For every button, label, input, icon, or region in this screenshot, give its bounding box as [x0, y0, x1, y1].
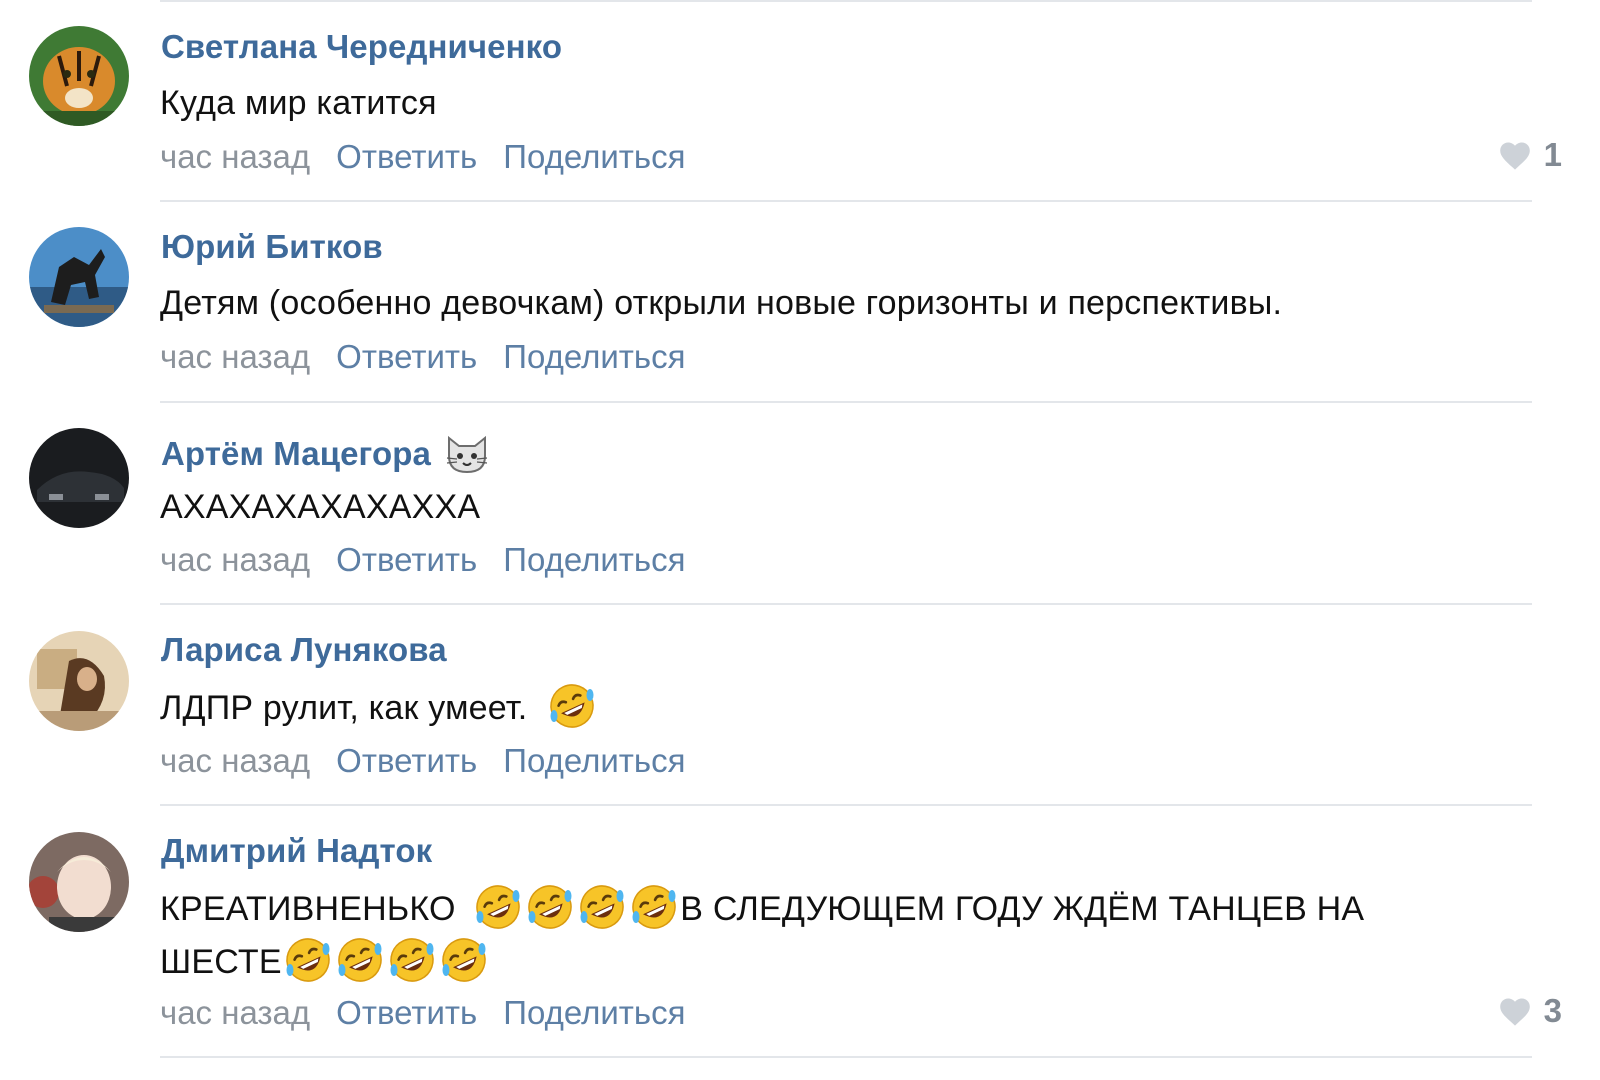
avatar[interactable]	[29, 832, 129, 932]
comment-text-content: ЛДПР рулит, как умеет.	[160, 689, 528, 727]
share-button[interactable]: Поделиться	[503, 138, 685, 176]
rolling-on-floor-laughing-icon	[473, 882, 523, 932]
comment-divider	[160, 1056, 1532, 1058]
avatar[interactable]	[29, 227, 129, 327]
avatar[interactable]	[29, 26, 129, 126]
reply-button[interactable]: Ответить	[336, 541, 477, 579]
timestamp[interactable]: час назад	[160, 541, 310, 579]
timestamp[interactable]: час назад	[160, 138, 310, 176]
share-button[interactable]: Поделиться	[503, 541, 685, 579]
like-count: 1	[1543, 136, 1562, 173]
comment-meta: час назад Ответить Поделиться	[160, 541, 711, 579]
rolling-on-floor-laughing-icon	[629, 882, 679, 932]
rolling-on-floor-laughing-icon	[525, 882, 575, 932]
comment-text: ЛДПР рулит, как умеет.	[160, 681, 1480, 734]
like-count: 3	[1543, 992, 1562, 1029]
share-button[interactable]: Поделиться	[503, 338, 685, 376]
rolling-on-floor-laughing-icon	[387, 935, 437, 985]
rolling-on-floor-laughing-icon	[577, 882, 627, 932]
reply-button[interactable]: Ответить	[336, 138, 477, 176]
author-name[interactable]: Дмитрий Надток	[161, 832, 432, 870]
comment-meta: час назад Ответить Поделиться	[160, 994, 711, 1032]
comment-text-part1: КРЕАТИВНЕНЬКО	[160, 890, 456, 928]
share-button[interactable]: Поделиться	[503, 742, 685, 780]
avatar[interactable]	[29, 631, 129, 731]
reply-button[interactable]: Ответить	[336, 994, 477, 1032]
comment-item: Артём Мацегора АХАХАХАХАХАХХА час назад …	[0, 403, 1600, 606]
author-name[interactable]: Светлана Чередниченко	[161, 28, 562, 66]
comment-item: Светлана Чередниченко Куда мир катится ч…	[0, 0, 1600, 205]
timestamp[interactable]: час назад	[160, 994, 310, 1032]
comment-text: Куда мир катится	[160, 84, 437, 122]
heart-icon	[1498, 996, 1532, 1027]
rolling-on-floor-laughing-icon	[283, 935, 333, 985]
author-name[interactable]: Лариса Лунякова	[161, 631, 447, 669]
comment-text: КРЕАТИВНЕНЬКО В СЛЕДУЮЩЕМ ГОДУ ЖДЁМ ТАНЦ…	[160, 882, 1480, 988]
comment-item: Лариса Лунякова ЛДПР рулит, как умеет. ч…	[0, 605, 1600, 807]
timestamp[interactable]: час назад	[160, 742, 310, 780]
comment-item: Дмитрий Надток КРЕАТИВНЕНЬКО В СЛЕДУЮЩЕМ…	[0, 806, 1600, 1080]
share-button[interactable]: Поделиться	[503, 994, 685, 1032]
avatar[interactable]	[29, 428, 129, 528]
reply-button[interactable]: Ответить	[336, 338, 477, 376]
comment-item: Юрий Битков Детям (особенно девочкам) от…	[0, 202, 1600, 404]
author-name[interactable]: Юрий Битков	[161, 228, 383, 266]
heart-icon	[1498, 140, 1532, 171]
comment-text: Детям (особенно девочкам) открыли новые …	[160, 284, 1283, 322]
reply-button[interactable]: Ответить	[336, 742, 477, 780]
rolling-on-floor-laughing-icon	[335, 935, 385, 985]
rolling-on-floor-laughing-icon	[439, 935, 489, 985]
timestamp[interactable]: час назад	[160, 338, 310, 376]
comment-text: АХАХАХАХАХАХХА	[160, 488, 481, 526]
cat-face-icon	[446, 435, 487, 474]
like-button[interactable]: 3	[1498, 992, 1562, 1030]
comment-meta: час назад Ответить Поделиться	[160, 138, 711, 176]
comment-meta: час назад Ответить Поделиться	[160, 742, 711, 780]
author-name[interactable]: Артём Мацегора	[161, 435, 431, 473]
like-button[interactable]: 1	[1498, 136, 1562, 174]
comment-meta: час назад Ответить Поделиться	[160, 338, 711, 376]
rolling-on-floor-laughing-icon	[547, 681, 597, 731]
